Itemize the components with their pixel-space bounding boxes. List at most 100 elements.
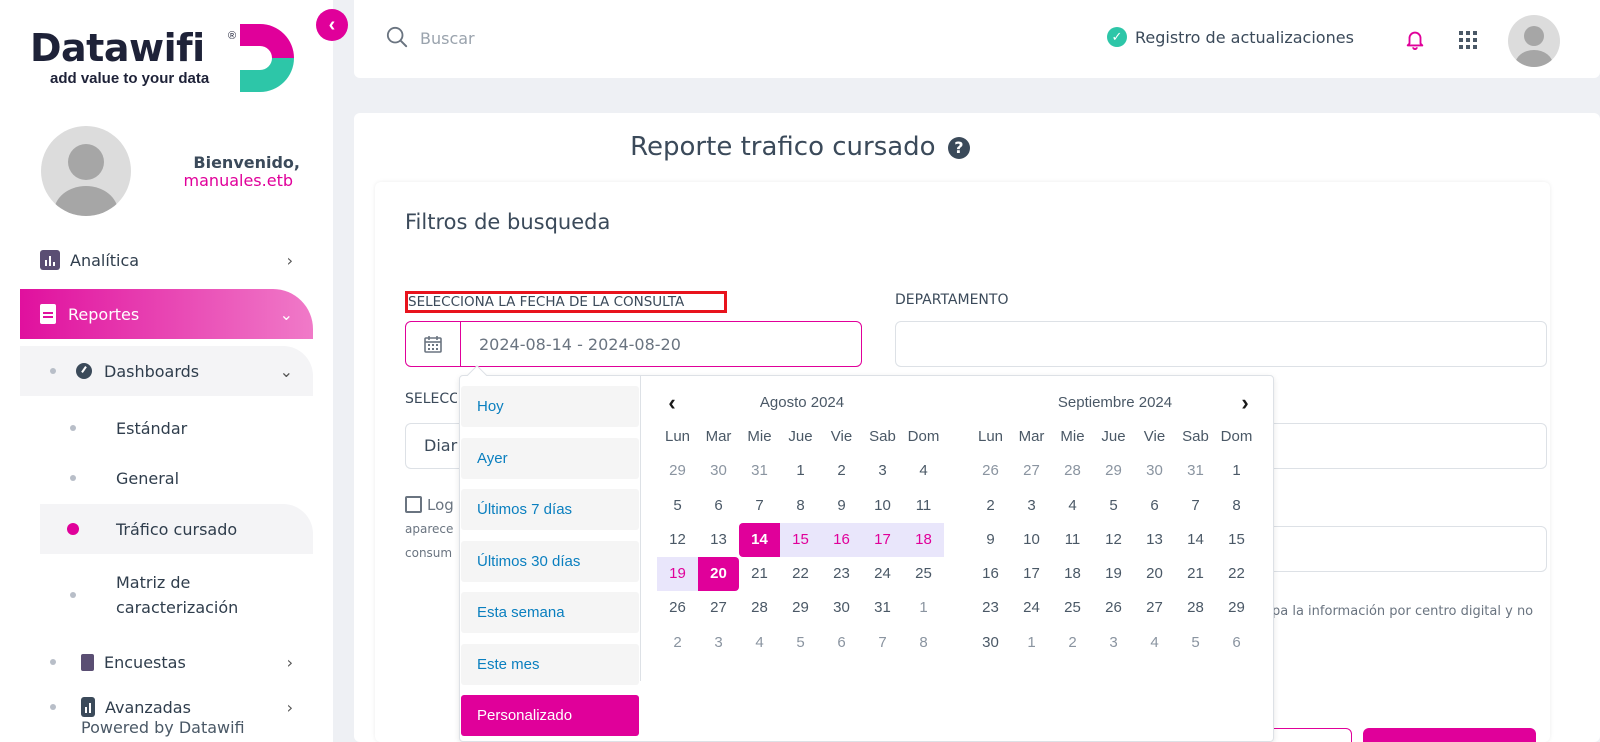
calendar-day[interactable]: 30 — [1134, 454, 1175, 488]
in-range-day[interactable]: 17 — [862, 522, 903, 558]
calendar-day[interactable]: 6 — [1134, 489, 1175, 523]
calendar-day[interactable]: 11 — [1052, 523, 1093, 557]
date-range-field[interactable] — [405, 321, 862, 367]
range-ayer[interactable]: Ayer — [461, 437, 639, 479]
calendar-day[interactable]: 2 — [1052, 626, 1093, 660]
calendar-day[interactable]: 13 — [698, 523, 739, 557]
calendar-day[interactable]: 30 — [970, 626, 1011, 660]
calendar-day[interactable]: 25 — [1052, 591, 1093, 625]
calendar-day[interactable]: 4 — [1052, 489, 1093, 523]
calendar-day[interactable]: 1 — [780, 454, 821, 488]
calendar-day[interactable]: 27 — [1134, 591, 1175, 625]
range-ultimos-30-dias[interactable]: Últimos 30 días — [461, 540, 639, 582]
sidebar-item-estandar[interactable]: Estándar — [40, 403, 313, 453]
calendar-day[interactable]: 21 — [739, 557, 780, 591]
notification-bell-icon[interactable] — [1404, 28, 1426, 50]
calendar-day[interactable]: 5 — [1175, 626, 1216, 660]
calendar-day[interactable]: 8 — [903, 626, 944, 660]
next-month-button[interactable]: › — [1230, 386, 1260, 420]
range-end-day[interactable]: 20 — [698, 557, 739, 592]
calendar-day[interactable]: 29 — [1093, 454, 1134, 488]
calendar-day[interactable]: 12 — [1093, 523, 1134, 557]
sidebar-item-analitica[interactable]: Analítica › — [40, 247, 293, 273]
calendar-day[interactable]: 6 — [698, 489, 739, 523]
calendar-day[interactable]: 3 — [862, 454, 903, 488]
calendar-day[interactable]: 2 — [970, 489, 1011, 523]
calendar-day[interactable]: 28 — [1052, 454, 1093, 488]
calendar-day[interactable]: 10 — [862, 489, 903, 523]
calendar-day[interactable]: 22 — [1216, 557, 1257, 591]
sidebar-item-matriz[interactable]: Matriz de caracterización — [40, 567, 313, 623]
calendar-day[interactable]: 31 — [862, 591, 903, 625]
sidebar-item-general[interactable]: General — [40, 453, 313, 503]
calendar-day[interactable]: 10 — [1011, 523, 1052, 557]
calendar-day[interactable]: 7 — [1175, 489, 1216, 523]
calendar-day[interactable]: 29 — [657, 454, 698, 488]
search-input[interactable] — [420, 24, 820, 52]
calendar-day[interactable]: 19 — [1093, 557, 1134, 591]
sidebar-item-avanzadas[interactable]: Avanzadas › — [50, 697, 293, 717]
calendar-day[interactable]: 26 — [657, 591, 698, 625]
calendar-day[interactable]: 3 — [1093, 626, 1134, 660]
calendar-day[interactable]: 17 — [1011, 557, 1052, 591]
calendar-day[interactable]: 24 — [1011, 591, 1052, 625]
calendar-day[interactable]: 7 — [862, 626, 903, 660]
sidebar-item-trafico-cursado[interactable]: Tráfico cursado — [40, 504, 313, 554]
range-este-mes[interactable]: Este mes — [461, 643, 639, 685]
calendar-day[interactable]: 13 — [1134, 523, 1175, 557]
log-checkbox[interactable] — [405, 496, 422, 513]
calendar-day[interactable]: 29 — [780, 591, 821, 625]
calendar-day[interactable]: 30 — [821, 591, 862, 625]
calendar-day[interactable]: 1 — [1216, 454, 1257, 488]
calendar-day[interactable]: 27 — [698, 591, 739, 625]
calendar-day[interactable]: 2 — [821, 454, 862, 488]
calendar-addon[interactable] — [406, 322, 461, 366]
tertiary-select[interactable] — [1250, 526, 1547, 572]
calendar-day[interactable]: 2 — [657, 626, 698, 660]
calendar-day[interactable]: 26 — [1093, 591, 1134, 625]
calendar-day[interactable]: 4 — [739, 626, 780, 660]
calendar-day[interactable]: 14 — [1175, 523, 1216, 557]
collapse-sidebar-button[interactable]: ‹ — [316, 9, 348, 41]
calendar-day[interactable]: 28 — [1175, 591, 1216, 625]
calendar-day[interactable]: 16 — [970, 557, 1011, 591]
period-select[interactable]: Diar — [405, 423, 460, 469]
range-hoy[interactable]: Hoy — [461, 386, 639, 427]
sidebar-item-encuestas[interactable]: Encuestas › — [50, 649, 293, 675]
calendar-day[interactable]: 30 — [698, 454, 739, 488]
secondary-select[interactable] — [1250, 423, 1547, 469]
in-range-day[interactable]: 19 — [657, 557, 698, 592]
updates-log-link[interactable]: ✓ Registro de actualizaciones — [1107, 27, 1354, 47]
calendar-day[interactable]: 23 — [821, 557, 862, 591]
calendar-day[interactable]: 4 — [903, 454, 944, 488]
calendar-day[interactable]: 5 — [1093, 489, 1134, 523]
calendar-day[interactable]: 20 — [1134, 557, 1175, 591]
department-select[interactable] — [895, 321, 1547, 367]
calendar-day[interactable]: 29 — [1216, 591, 1257, 625]
help-icon[interactable]: ? — [947, 136, 970, 159]
calendar-day[interactable]: 8 — [1216, 489, 1257, 523]
in-range-day[interactable]: 15 — [780, 522, 821, 558]
calendar-day[interactable]: 22 — [780, 557, 821, 591]
calendar-day[interactable]: 6 — [1216, 626, 1257, 660]
sidebar-item-reportes[interactable]: Reportes ⌄ — [20, 289, 313, 339]
calendar-day[interactable]: 9 — [970, 523, 1011, 557]
sidebar-item-dashboards[interactable]: Dashboards ⌄ — [20, 346, 313, 396]
in-range-day[interactable]: 18 — [903, 522, 944, 558]
prev-month-button[interactable]: ‹ — [657, 386, 687, 420]
range-esta-semana[interactable]: Esta semana — [461, 592, 639, 633]
range-personalizado[interactable]: Personalizado — [461, 695, 639, 736]
calendar-day[interactable]: 7 — [739, 489, 780, 523]
calendar-day[interactable]: 28 — [739, 591, 780, 625]
calendar-day[interactable]: 4 — [1134, 626, 1175, 660]
calendar-day[interactable]: 31 — [739, 454, 780, 488]
calendar-day[interactable]: 1 — [1011, 626, 1052, 660]
calendar-day[interactable]: 15 — [1216, 523, 1257, 557]
in-range-day[interactable]: 16 — [821, 522, 862, 558]
date-range-input[interactable] — [461, 322, 861, 366]
range-start-day[interactable]: 14 — [739, 522, 780, 558]
calendar-day[interactable]: 8 — [780, 489, 821, 523]
primary-action-button[interactable] — [1363, 728, 1536, 742]
calendar-day[interactable]: 18 — [1052, 557, 1093, 591]
calendar-day[interactable]: 1 — [903, 591, 944, 625]
